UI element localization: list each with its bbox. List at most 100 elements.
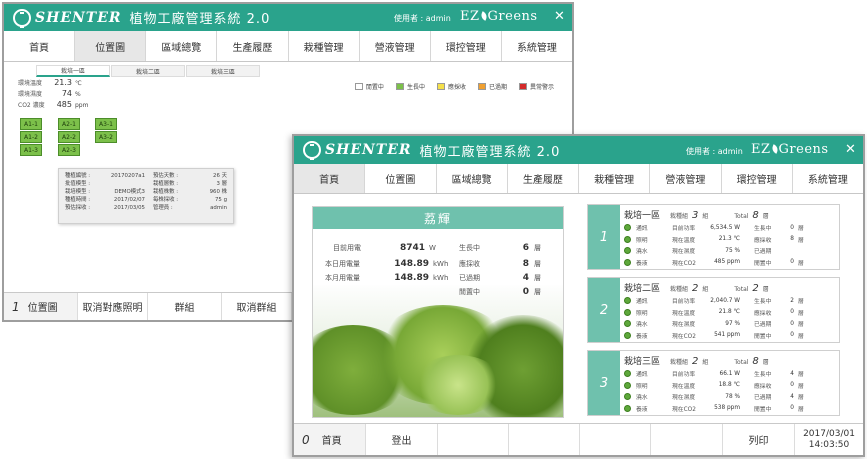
status-dot-icon <box>624 308 631 316</box>
ez-text: EZ <box>751 142 771 157</box>
user-label: 使用者 : admin <box>686 147 743 156</box>
env-value: 74 <box>61 89 72 98</box>
nav-planting[interactable]: 栽種管理 <box>579 164 651 193</box>
env-temp-row: 環境溫度 21.3 ℃ <box>18 78 88 89</box>
ezgreens-logo: EZ Greens <box>460 9 538 24</box>
energy-row: 本月用電量 148.89 kWh <box>325 273 449 283</box>
env-humidity-row: 環境濕度 74% <box>18 89 88 100</box>
status-dot-icon <box>624 224 631 232</box>
logout-button[interactable]: 登出 <box>366 424 438 455</box>
nav-home[interactable]: 首頁 <box>294 164 366 193</box>
nav-production-history[interactable]: 生產履歷 <box>508 164 579 193</box>
status-dot-icon <box>624 258 631 266</box>
footer-page-label: 位置圖 <box>27 303 58 314</box>
nav-production-history[interactable]: 生產履歷 <box>217 31 289 61</box>
footer-empty-slot <box>438 424 509 455</box>
cancel-light-button[interactable]: 取消對應照明 <box>78 293 148 320</box>
greens-text: Greens <box>487 9 538 24</box>
tab-zone-2[interactable]: 栽培二區 <box>111 65 185 77</box>
tab-zone-3[interactable]: 栽培三區 <box>186 65 260 77</box>
nav-environment[interactable]: 環控管理 <box>431 31 502 61</box>
legend-idle: 閒置中 <box>354 82 384 91</box>
status-dot-icon <box>624 331 631 339</box>
footer-page: 0 首頁 <box>294 424 366 455</box>
zone-row: 照明 現在溫度 21.3 ℃ 應採收 8 層 <box>624 234 835 246</box>
zone-card[interactable]: 1 栽培一區 栽種組 3 組 Total 8 層 通訊 目前功率 6,534.5 W 生長中 0 層 … <box>587 204 840 270</box>
nav-environment[interactable]: 環控管理 <box>722 164 793 193</box>
status-dot-icon <box>624 247 631 255</box>
lettuce-photo <box>313 285 563 417</box>
energy-row: 本日用電量 148.89 kWh <box>325 259 449 269</box>
close-icon[interactable]: ✕ <box>554 9 565 24</box>
info-row: 種植編號 :20170207a1 <box>65 173 145 179</box>
legend-growing: 生長中 <box>395 82 425 91</box>
plot-cell[interactable]: A2-2 <box>58 131 80 143</box>
env-unit: ℃ <box>75 80 82 87</box>
status-dot-icon <box>624 393 631 401</box>
zone-row: 通訊 目前功率 2,040.7 W 生長中 2 層 <box>624 295 835 307</box>
plot-cell[interactable]: A3-2 <box>95 131 117 143</box>
env-value: 21.3 <box>54 78 72 87</box>
shenter-logo-icon <box>13 8 31 28</box>
greens-text: Greens <box>778 142 829 157</box>
nav-system[interactable]: 系統管理 <box>502 31 572 61</box>
zone-number: 1 <box>588 205 620 269</box>
app-title: 植物工廠管理系統 2.0 <box>129 12 271 27</box>
shenter-logo: SHENTER <box>303 141 412 160</box>
zone-header: 栽培二區 栽種組 2 組 Total 2 層 <box>624 283 769 294</box>
nav-nutrient[interactable]: 營液管理 <box>360 31 431 61</box>
user-label: 使用者 : admin <box>394 14 451 23</box>
print-button[interactable]: 列印 <box>723 424 795 455</box>
leaf-icon <box>479 11 488 21</box>
nav-area-overview[interactable]: 區域總覽 <box>146 31 218 61</box>
zone-tabs: 栽培一區 栽培二區 栽培三區 <box>36 65 572 77</box>
info-row: 預估採收 :2017/03/05 <box>65 205 145 211</box>
zone-header: 栽培三區 栽種組 2 組 Total 8 層 <box>624 356 769 367</box>
nav-home[interactable]: 首頁 <box>4 31 76 61</box>
info-row: 種植時間 :2017/02/07 <box>65 197 145 203</box>
page-number: 1 <box>12 299 20 314</box>
zone-row: 照明 現在溫度 18.8 ℃ 應採收 0 層 <box>624 380 835 392</box>
plot-cell[interactable]: A1-3 <box>20 144 42 156</box>
plot-info-tooltip: 種植編號 :20170207a1 批值模型 : 栽培模型 : DEMO模式3 種植… <box>58 168 234 224</box>
info-row: 栽植層數 :3 層 <box>153 181 227 187</box>
zone-row: 養液 現在CO2 541 ppm 閒置中 0 層 <box>624 330 835 342</box>
footer-empty-slot <box>580 424 651 455</box>
plot-cell[interactable]: A1-2 <box>20 131 42 143</box>
zone-row: 澆水 現在濕度 97 % 已過期 0 層 <box>624 318 835 330</box>
zone-card[interactable]: 2 栽培二區 栽種組 2 組 Total 2 層 通訊 目前功率 2,040.7 W 生長中 2 層 … <box>587 277 840 343</box>
plot-cell[interactable]: A3-1 <box>95 118 117 130</box>
brand-name: SHENTER <box>35 9 122 26</box>
close-icon[interactable]: ✕ <box>845 142 856 157</box>
zone-row: 通訊 目前功率 6,534.5 W 生長中 0 層 <box>624 222 835 234</box>
info-row: 栽培模型 : DEMO模式3 <box>65 189 145 195</box>
tab-zone-1[interactable]: 栽培一區 <box>36 65 110 77</box>
legend-alert: 異常警示 <box>518 82 554 91</box>
status-dot-icon <box>624 297 631 305</box>
nav-location-map[interactable]: 位置圖 <box>365 164 437 193</box>
nav-nutrient[interactable]: 營液管理 <box>650 164 722 193</box>
group-button[interactable]: 群組 <box>148 293 222 320</box>
plot-cell[interactable]: A2-1 <box>58 118 80 130</box>
zone-row: 養液 現在CO2 485 ppm 閒置中 0 層 <box>624 257 835 269</box>
zone-row: 澆水 現在濕度 78 % 已過期 4 層 <box>624 391 835 403</box>
info-row: 預估天數 :26 天 <box>153 173 227 179</box>
nav-location-map[interactable]: 位置圖 <box>75 31 147 61</box>
env-label: CO2 濃度 <box>18 102 45 109</box>
status-dot-icon <box>624 370 631 378</box>
env-unit: % <box>75 91 81 98</box>
zone-card[interactable]: 3 栽培三區 栽種組 2 組 Total 8 層 通訊 目前功率 66.1 W 生長中 4 層 照明現… <box>587 350 840 416</box>
nav-planting[interactable]: 栽種管理 <box>289 31 360 61</box>
status-row: 生長中 6 層 <box>459 243 541 253</box>
plot-cell[interactable]: A2-3 <box>58 144 80 156</box>
nav-system[interactable]: 系統管理 <box>793 164 863 193</box>
footer-bar: 0 首頁 登出 列印 2017/03/01 14:03:50 <box>294 423 863 455</box>
env-label: 環境濕度 <box>18 91 43 98</box>
ungroup-button[interactable]: 取消群組 <box>222 293 292 320</box>
plot-cell[interactable]: A1-1 <box>20 118 42 130</box>
energy-card: 荔輝 目前用電 8741 W 本日用電量 148.89 kWh 本月用電量 148.89 k… <box>312 206 564 418</box>
footer-empty-slot <box>509 424 580 455</box>
title-bar: SHENTER 植物工廠管理系統 2.0 使用者 : admin EZ Green… <box>4 4 572 31</box>
nav-area-overview[interactable]: 區域總覽 <box>437 164 508 193</box>
home-dashboard-window: SHENTER 植物工廠管理系統 2.0 使用者 : admin EZ Green… <box>292 134 865 457</box>
